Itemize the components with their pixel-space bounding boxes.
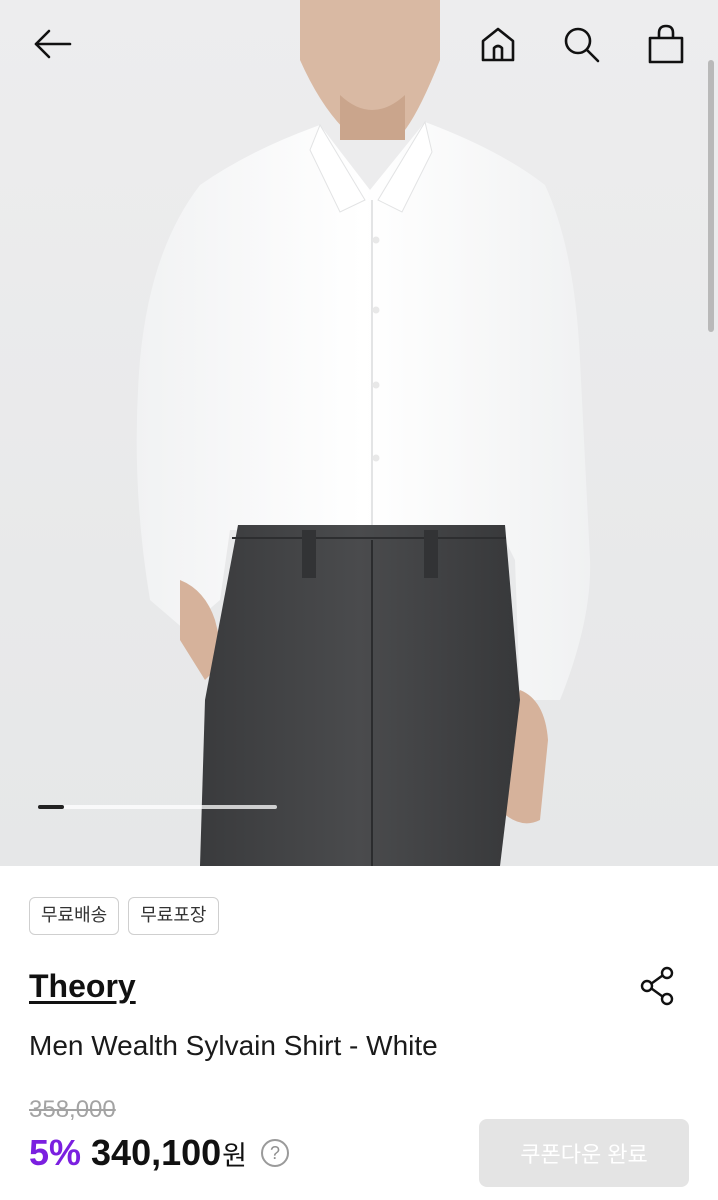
currency-unit: 원 — [222, 1141, 248, 1171]
sale-price: 340,100 — [91, 1132, 222, 1173]
discount-rate: 5% — [29, 1132, 82, 1173]
top-navigation-bar — [0, 0, 718, 90]
home-icon — [481, 27, 515, 62]
search-button[interactable] — [555, 18, 607, 70]
benefit-badges: 무료배송 무료포장 — [29, 897, 219, 935]
share-icon — [640, 966, 674, 1006]
shopping-bag-icon — [648, 24, 684, 64]
free-wrapping-badge: 무료포장 — [128, 897, 219, 935]
question-circle-icon[interactable]: ? — [261, 1139, 290, 1167]
product-photo — [0, 0, 718, 866]
product-image-gallery[interactable] — [0, 0, 718, 866]
home-button[interactable] — [472, 18, 524, 70]
brand-link[interactable]: Theory — [29, 968, 136, 1005]
original-price: 358,000 — [29, 1096, 116, 1123]
share-button[interactable] — [636, 964, 680, 1008]
page-scrollbar[interactable] — [708, 60, 714, 332]
cart-button[interactable] — [640, 18, 692, 70]
arrow-left-icon — [34, 29, 72, 59]
back-button[interactable] — [26, 18, 78, 70]
free-shipping-badge: 무료배송 — [29, 897, 120, 935]
search-icon — [564, 27, 600, 63]
price-row: 5% 340,100 원 ? — [29, 1132, 290, 1174]
gallery-progress-fill — [38, 805, 65, 809]
coupon-download-button[interactable]: 쿠폰다운 완료 — [479, 1119, 689, 1187]
gallery-progress-indicator — [38, 805, 277, 809]
product-name: Men Wealth Sylvain Shirt - White — [29, 1030, 438, 1061]
